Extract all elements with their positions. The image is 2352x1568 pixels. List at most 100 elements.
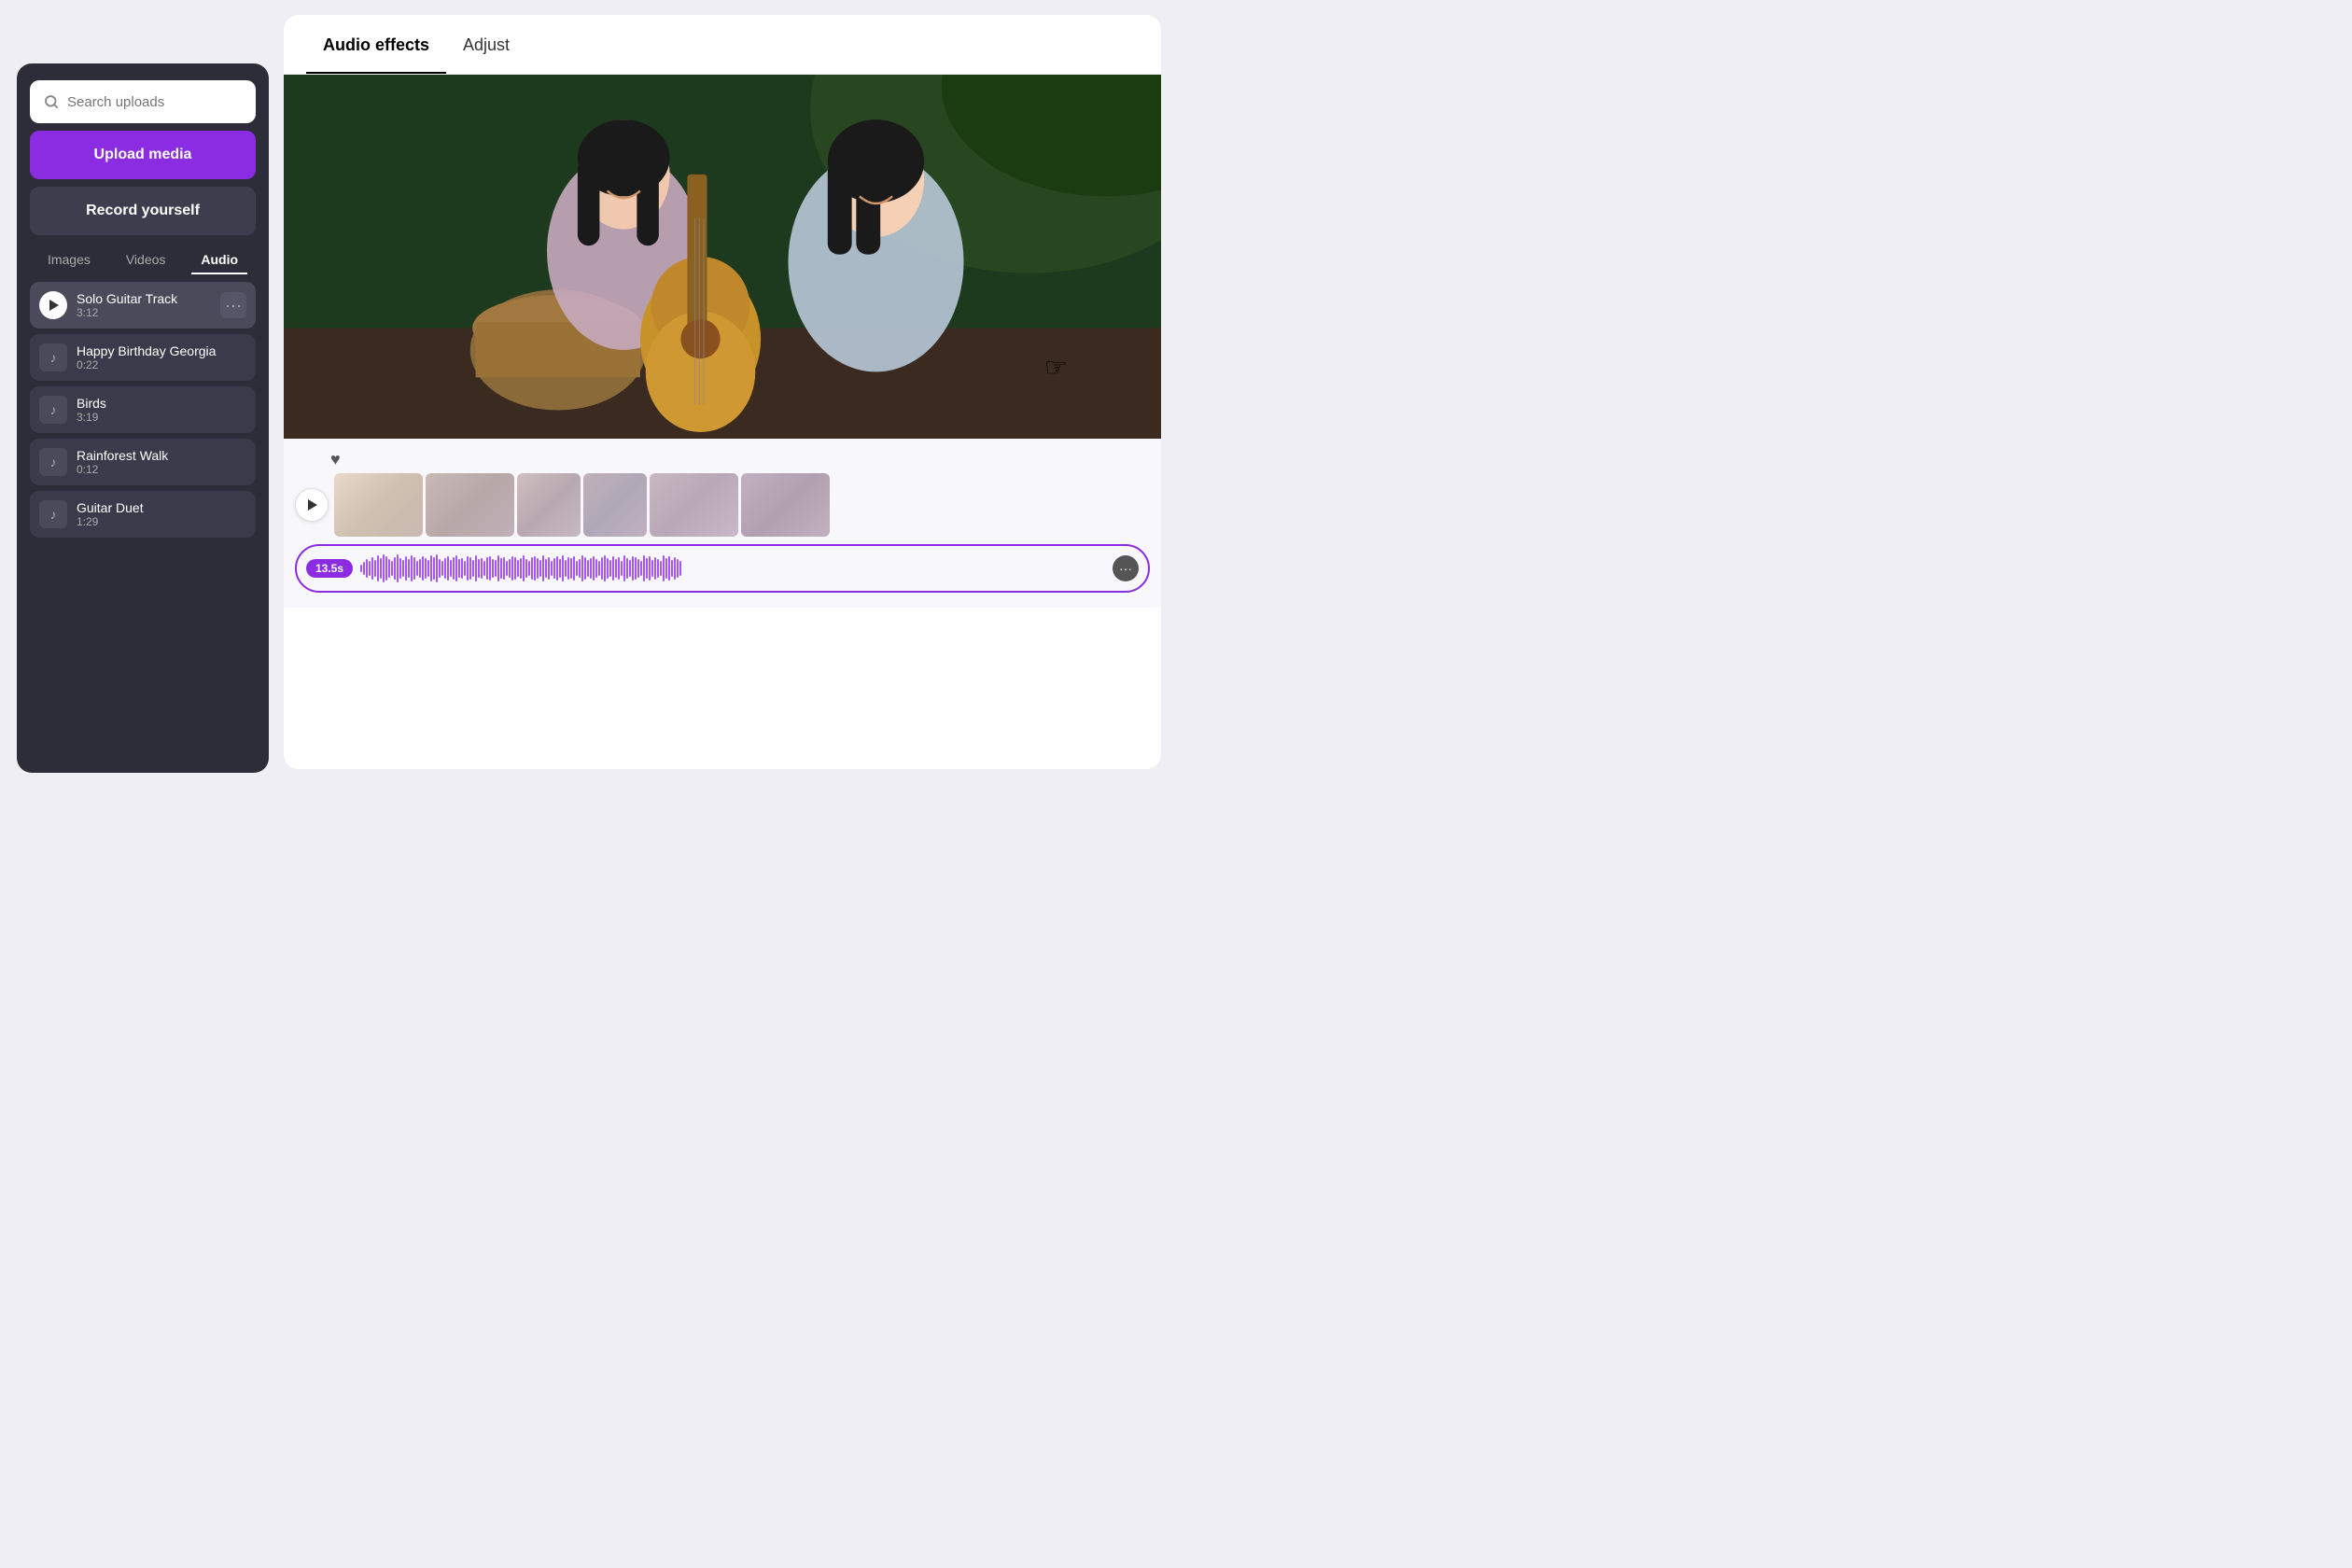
film-thumbnail [426,473,514,537]
waveform-bar [654,557,656,580]
waveform-bar [441,561,443,576]
waveform-bar [677,559,679,578]
film-strip [334,473,1161,537]
audio-name: Solo Guitar Track [77,291,211,306]
waveform-bar [590,558,592,579]
waveform-bar [433,557,435,580]
waveform-bar [643,555,645,581]
photo-background: ☞ [284,75,1161,439]
waveform-bar [668,556,670,581]
waveform-bar [427,560,429,577]
waveform-bar [486,557,488,580]
waveform-bar [587,560,589,577]
audio-info-happy-birthday: Happy Birthday Georgia 0:22 [77,343,246,371]
waveform-bar [657,559,659,578]
waveform-bar [517,560,519,577]
right-panel: Audio effects Adjust [284,15,1161,769]
waveform-bar [640,561,642,576]
waveform-bar [531,557,533,580]
waveform-bar [551,561,553,576]
waveform-bar [444,558,446,579]
waveform-bar [626,558,628,579]
search-input[interactable] [67,94,243,110]
audio-item-guitar-duet[interactable]: ♪ Guitar Duet 1:29 [30,491,256,538]
waveform-bar [646,558,648,579]
tab-audio[interactable]: Audio [191,246,247,274]
search-icon [43,93,60,110]
waveform-bar [397,554,399,582]
tab-audio-effects[interactable]: Audio effects [306,15,446,74]
waveform-bar [447,556,449,581]
audio-track-more-button[interactable]: ··· [1113,555,1139,581]
audio-item-happy-birthday[interactable]: ♪ Happy Birthday Georgia 0:22 [30,334,256,381]
waveform-bar [511,556,513,581]
waveform-bar [408,559,410,578]
upload-media-button[interactable]: Upload media [30,131,256,179]
timeline-play-button[interactable] [295,488,329,522]
waveform-bar [360,565,362,572]
waveform-bar [419,559,421,578]
record-yourself-button[interactable]: Record yourself [30,187,256,235]
tab-videos[interactable]: Videos [117,246,175,274]
timeline-area: ♥ 13.5s ··· [284,439,1161,608]
play-button-solo-guitar[interactable] [39,291,67,319]
waveform-bar [483,561,485,576]
audio-duration: 0:22 [77,358,246,371]
waveform-bar [595,559,597,578]
music-note-icon: ♪ [39,448,67,476]
waveform-bar [399,558,401,579]
waveform-bar [413,557,415,580]
waveform-bar [430,555,432,581]
audio-duration: 0:12 [77,463,246,476]
waveform-bar [576,561,578,576]
waveform-bar [371,557,373,580]
music-note-icon: ♪ [39,343,67,371]
scene-svg [284,75,1161,439]
waveform-bar [604,555,606,581]
waveform-bar [478,559,480,578]
more-options-button[interactable]: ··· [220,292,246,318]
waveform-bar [632,556,634,581]
waveform-bar [623,555,625,581]
waveform-bar [411,555,413,581]
waveform-bar [567,557,569,580]
waveform-bar [598,561,600,576]
waveform-bar [464,561,466,576]
audio-name: Birds [77,396,246,411]
waveform-bar [534,556,536,581]
audio-waveform-track[interactable]: 13.5s ··· [295,544,1150,593]
waveform-bar [467,556,469,581]
audio-item-birds[interactable]: ♪ Birds 3:19 [30,386,256,433]
waveform-bar [559,559,561,578]
main-preview-area: ☞ ♥ 13.5s [284,75,1161,769]
waveform-bar [514,557,516,580]
waveform-bar [425,558,427,579]
waveform-bar [581,555,583,581]
audio-name: Guitar Duet [77,500,246,515]
film-thumbnail [741,473,830,537]
music-note-icon: ♪ [39,500,67,528]
waveform-bar [450,560,452,577]
waveform-bar [402,560,404,577]
waveform-bar [537,558,539,579]
tab-images[interactable]: Images [38,246,100,274]
tab-adjust[interactable]: Adjust [446,15,526,74]
waveform-bar [562,555,564,581]
waveform-bar [509,559,511,578]
film-thumbnail [517,473,581,537]
waveform-bar [660,561,662,576]
waveform-bar [369,561,371,576]
audio-info-guitar-duet: Guitar Duet 1:29 [77,500,246,528]
waveform-bar [621,561,623,576]
audio-item-solo-guitar[interactable]: Solo Guitar Track 3:12 ··· [30,282,256,329]
waveform-bar [489,556,491,581]
waveform-bar [556,556,558,581]
timeline-strip [284,473,1161,537]
waveform-bar [539,560,541,577]
audio-duration: 1:29 [77,515,246,528]
waveform-bar [665,558,667,579]
audio-item-rainforest-walk[interactable]: ♪ Rainforest Walk 0:12 [30,439,256,485]
waveform-bar [601,557,603,580]
waveform-bar [380,558,382,579]
waveform-bar [523,555,525,581]
